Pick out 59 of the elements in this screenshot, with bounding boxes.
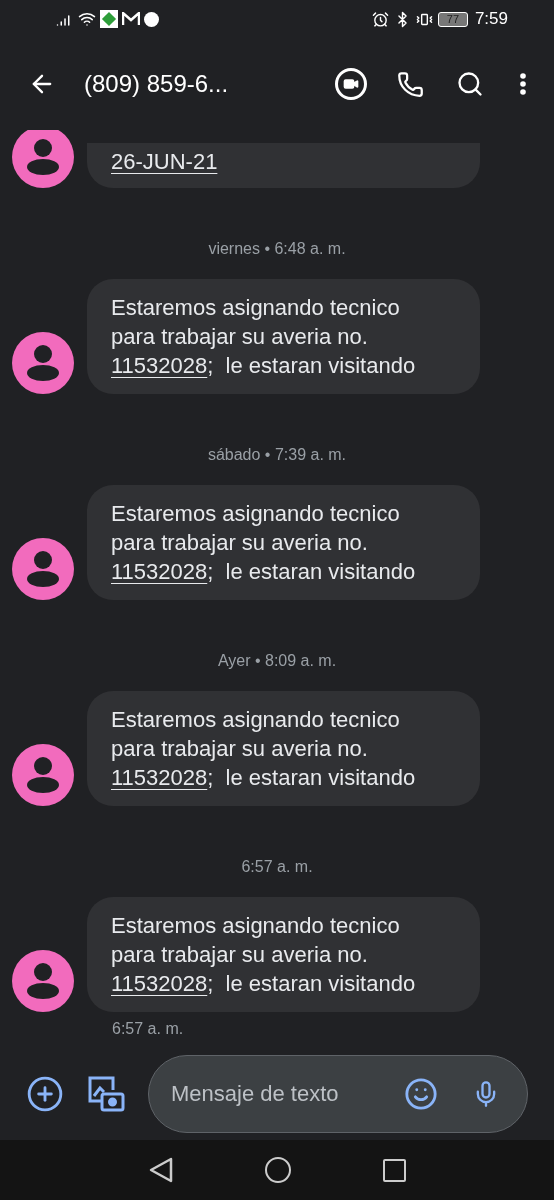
message-text: ; le estaran visitando <box>207 970 416 998</box>
phone-icon <box>397 70 424 98</box>
nav-home-button[interactable] <box>264 1157 291 1183</box>
menu-icon <box>520 73 526 95</box>
message-bubble[interactable]: Estaremos asignando tecnico para trabajar su averia no. 11532028; le estaran visitando <box>87 279 480 394</box>
person-icon <box>26 962 60 1000</box>
message-text: ; le estaran visitando <box>207 558 416 586</box>
message-text: para trabajar su averia no. <box>111 735 368 763</box>
message-text: Estaremos asignando tecnico <box>111 294 400 322</box>
message-link[interactable]: 11532028 <box>111 351 208 380</box>
video-call-button[interactable] <box>335 68 367 100</box>
message-text: para trabajar su averia no. <box>111 323 368 351</box>
emoji-button[interactable] <box>404 1077 438 1111</box>
person-icon <box>26 344 60 382</box>
message-bubble[interactable]: 26-JUN-21 <box>87 143 480 188</box>
message-timestamp: viernes • 6:48 a. m. <box>208 238 346 259</box>
message-text: para trabajar su averia no. <box>111 941 368 969</box>
gallery-button[interactable] <box>86 1074 126 1114</box>
nav-back-button[interactable] <box>148 1157 173 1183</box>
message-input-field[interactable]: Mensaje de texto <box>148 1055 528 1133</box>
person-icon <box>26 756 60 794</box>
video-camera-icon <box>343 76 359 92</box>
clock-time: 7:59 <box>474 8 508 31</box>
message-text: ; le estaran visitando <box>207 764 416 792</box>
message-text: Estaremos asignando tecnico <box>111 500 400 528</box>
triangle-back-icon <box>148 1157 173 1183</box>
gallery-camera-icon <box>86 1074 126 1114</box>
message-text: ; le estaran visitando <box>207 352 416 380</box>
message-timestamp: 6:57 a. m. <box>241 856 313 877</box>
message-bubble[interactable]: Estaremos asignando tecnico para trabajar su averia no. 11532028; le estaran visitando <box>87 691 480 806</box>
message-bubble[interactable]: Estaremos asignando tecnico para trabajar su averia no. 11532028; le estaran visitando <box>87 897 480 1012</box>
message-timestamp: sábado • 7:39 a. m. <box>207 444 347 465</box>
conversation-title[interactable]: (809) 859-6... <box>84 66 229 102</box>
wifi-icon <box>78 10 96 28</box>
message-text: Estaremos asignando tecnico <box>111 706 400 734</box>
message-link[interactable]: 26-JUN-21 <box>111 147 218 176</box>
person-icon <box>26 550 60 588</box>
message-text: para trabajar su averia no. <box>111 529 368 557</box>
nav-recents-button[interactable] <box>382 1158 406 1182</box>
message-bubble[interactable]: Estaremos asignando tecnico para trabajar su averia no. 11532028; le estaran visitando <box>87 485 480 600</box>
menu-button[interactable] <box>520 73 526 95</box>
search-icon <box>456 70 484 98</box>
phone-button[interactable] <box>397 70 424 98</box>
message-link[interactable]: 11532028 <box>111 763 208 792</box>
contact-avatar[interactable] <box>12 130 74 188</box>
message-timestamp: Ayer • 8:09 a. m. <box>217 650 337 671</box>
person-icon <box>26 138 60 176</box>
battery-level: 77 <box>437 11 468 27</box>
app-notification-icon <box>100 10 118 28</box>
message-text: Estaremos asignando tecnico <box>111 912 400 940</box>
search-button[interactable] <box>456 70 484 98</box>
add-button[interactable] <box>26 1075 64 1113</box>
message-link[interactable]: 11532028 <box>111 557 208 586</box>
mail-icon <box>122 12 140 26</box>
plus-icon <box>26 1075 64 1113</box>
message-timestamp: 6:57 a. m. <box>112 1020 184 1037</box>
emoji-icon <box>404 1077 438 1111</box>
alarm-icon <box>371 10 389 28</box>
message-link[interactable]: 11532028 <box>111 969 208 998</box>
